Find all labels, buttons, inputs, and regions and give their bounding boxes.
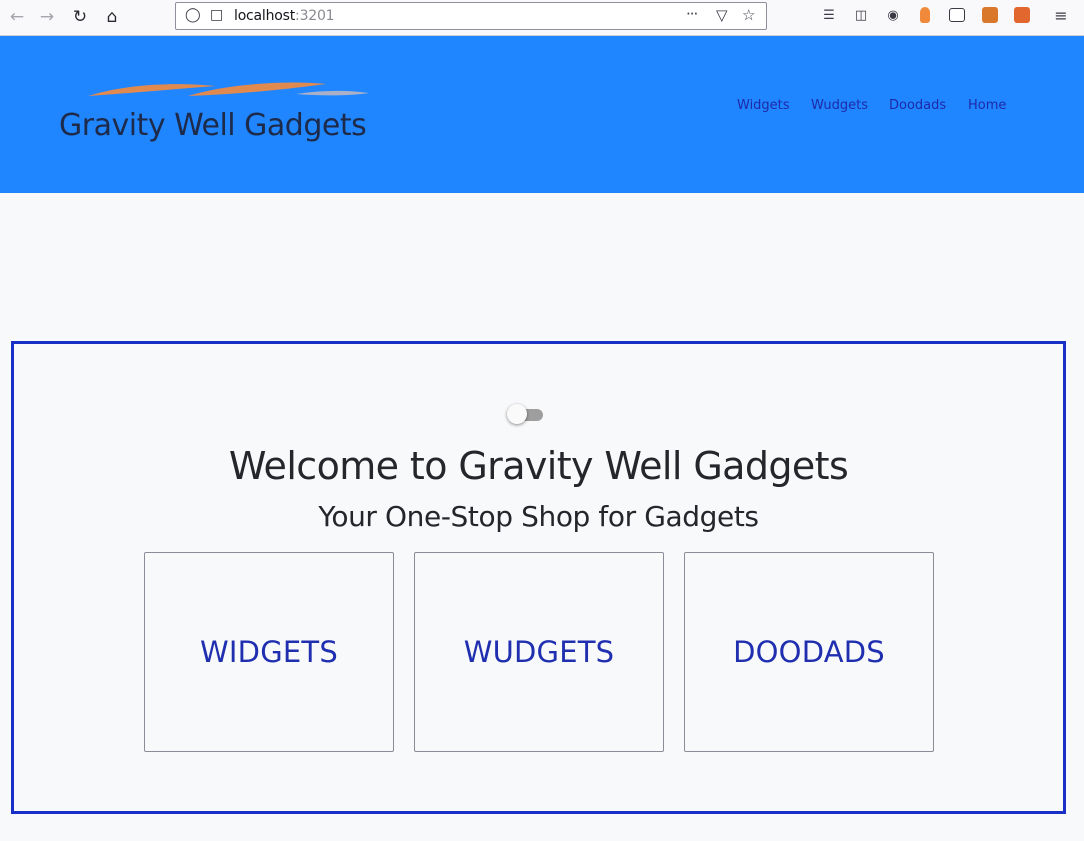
account-icon[interactable]: ◉ xyxy=(884,6,902,24)
category-card-doodads[interactable]: DOODADS xyxy=(684,552,934,752)
site-header: Gravity Well Gadgets Widgets Wudgets Doo… xyxy=(0,36,1084,193)
hamburger-menu-icon[interactable]: ≡ xyxy=(1052,6,1070,25)
category-card-widgets[interactable]: WIDGETS xyxy=(144,552,394,752)
category-card-wudgets[interactable]: WUDGETS xyxy=(414,552,664,752)
nav-link-home[interactable]: Home xyxy=(968,98,1006,113)
page-subtitle: Your One-Stop Shop for Gadgets xyxy=(318,500,759,533)
extension-fox-icon[interactable] xyxy=(981,6,999,24)
browser-toolbar: ← → ↻ ⌂ ◯ □ localhost:3201 ··· ▽ ☆ ☰ ◫ ◉… xyxy=(0,0,1084,36)
category-label: WUDGETS xyxy=(463,635,615,669)
home-icon[interactable]: ⌂ xyxy=(99,4,125,30)
more-actions-icon[interactable]: ··· xyxy=(686,5,698,23)
brand-name[interactable]: Gravity Well Gadgets xyxy=(59,108,367,143)
pocket-icon[interactable]: ▽ xyxy=(716,6,728,24)
back-arrow-icon[interactable]: ← xyxy=(4,4,30,30)
welcome-panel: Welcome to Gravity Well Gadgets Your One… xyxy=(11,341,1066,814)
url-host: localhost xyxy=(234,8,296,24)
nav-link-widgets[interactable]: Widgets xyxy=(737,98,790,113)
category-label: WIDGETS xyxy=(200,635,338,669)
library-icon[interactable]: ☰ xyxy=(820,6,838,24)
sidebar-icon[interactable]: ◫ xyxy=(852,6,870,24)
url-text[interactable]: localhost:3201 xyxy=(234,8,335,24)
nav-link-doodads[interactable]: Doodads xyxy=(889,98,946,113)
extension-cat-icon[interactable] xyxy=(1013,6,1031,24)
nav-link-wudgets[interactable]: Wudgets xyxy=(811,98,868,113)
page-info-icon[interactable]: □ xyxy=(210,7,223,23)
page-title: Welcome to Gravity Well Gadgets xyxy=(228,444,849,488)
bookmark-star-icon[interactable]: ☆ xyxy=(742,6,755,24)
address-bar[interactable]: ◯ □ localhost:3201 ··· ▽ ☆ xyxy=(175,2,767,30)
devtools-icon[interactable] xyxy=(948,6,966,24)
toggle-thumb xyxy=(507,404,527,424)
category-label: DOODADS xyxy=(733,635,885,669)
forward-arrow-icon[interactable]: → xyxy=(34,4,60,30)
extension-orange-icon[interactable] xyxy=(916,6,934,24)
theme-toggle[interactable] xyxy=(507,404,545,426)
reload-icon[interactable]: ↻ xyxy=(67,4,93,30)
url-port: :3201 xyxy=(295,8,335,24)
shield-icon[interactable]: ◯ xyxy=(185,7,201,23)
logo-swoosh-icon xyxy=(88,82,369,96)
